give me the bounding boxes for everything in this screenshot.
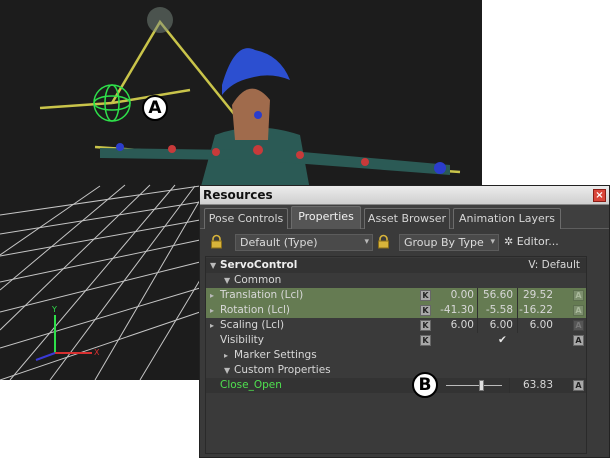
panel-title: Resources	[203, 188, 273, 202]
slider-handle[interactable]	[478, 380, 484, 391]
animate-button[interactable]: A	[573, 290, 584, 301]
lock-icon[interactable]	[209, 234, 224, 249]
axis-x-label: X	[94, 348, 100, 357]
custom-properties-row[interactable]: ▼ Custom Properties	[206, 363, 586, 378]
group-by-value: Group By Type	[404, 236, 484, 249]
object-header-row[interactable]: ▼ ServoControl V: Default	[206, 258, 586, 273]
expand-triangle-icon: ▼	[224, 366, 231, 375]
animate-button[interactable]: A	[573, 380, 584, 391]
value-z[interactable]: 29.52	[517, 288, 553, 303]
animate-button[interactable]: A	[573, 320, 584, 331]
marker-settings-row[interactable]: ▸ Marker Settings	[206, 348, 586, 363]
tab-properties[interactable]: Properties	[291, 206, 361, 229]
default-type-value: Default (Type)	[240, 236, 318, 249]
value-z[interactable]: 6.00	[517, 318, 553, 333]
tab-asset-browser[interactable]: Asset Browser	[364, 208, 450, 229]
axis-gizmo	[35, 315, 92, 361]
close-icon[interactable]: ×	[593, 189, 606, 202]
expand-arrow-icon: ▸	[210, 321, 215, 330]
chevron-down-icon: ▾	[490, 237, 495, 247]
gear-icon: ✲	[504, 235, 514, 248]
tab-pose-controls[interactable]: Pose Controls	[204, 208, 288, 229]
common-label: Common	[234, 274, 282, 286]
callout-a: A	[142, 95, 168, 121]
property-row-close-open[interactable]: Close_Open 63.83 A	[206, 378, 586, 393]
editor-label: Editor...	[516, 235, 559, 248]
expand-arrow-icon: ▸	[210, 306, 215, 315]
default-type-dropdown[interactable]: Default (Type) ▾	[235, 234, 373, 251]
close-open-value[interactable]: 63.83	[517, 378, 553, 393]
object-name: ServoControl	[220, 259, 298, 271]
tab-animation-layers[interactable]: Animation Layers	[453, 208, 561, 229]
animate-button[interactable]: A	[573, 335, 584, 346]
properties-toolbar: Default (Type) ▾ Group By Type ▾ ✲ Edito…	[200, 229, 609, 255]
property-label: Scaling (Lcl)	[220, 319, 285, 331]
key-button[interactable]: K	[420, 335, 431, 346]
group-by-dropdown[interactable]: Group By Type ▾	[399, 234, 499, 251]
property-row-translation[interactable]: ▸ Translation (Lcl) K 0.00 56.60 29.52 A	[206, 288, 586, 303]
key-button[interactable]: K	[420, 305, 431, 316]
property-row-scaling[interactable]: ▸ Scaling (Lcl) K 6.00 6.00 6.00 A	[206, 318, 586, 333]
custom-properties-label: Custom Properties	[234, 364, 331, 376]
close-open-slider[interactable]	[446, 380, 502, 391]
value-y[interactable]: 56.60	[477, 288, 513, 303]
close-open-label: Close_Open	[220, 379, 282, 391]
axis-y-label: Y	[51, 305, 57, 314]
resources-panel: Resources × Pose Controls Properties Ass…	[199, 185, 610, 458]
visibility-label: Visibility	[220, 334, 265, 346]
property-label: Rotation (Lcl)	[220, 304, 290, 316]
panel-titlebar[interactable]: Resources ×	[200, 186, 609, 205]
property-row-visibility[interactable]: Visibility K ✔ A	[206, 333, 586, 348]
marker-settings-label: Marker Settings	[234, 349, 317, 361]
property-row-rotation[interactable]: ▸ Rotation (Lcl) K -41.30 -5.58 -16.22 A	[206, 303, 586, 318]
vertical-scrollbar[interactable]	[588, 256, 603, 454]
value-y[interactable]: -5.58	[477, 303, 513, 318]
value-x[interactable]: -41.30	[438, 303, 474, 318]
value-x[interactable]: 0.00	[438, 288, 474, 303]
expand-triangle-icon: ▼	[210, 261, 217, 270]
value-y[interactable]: 6.00	[477, 318, 513, 333]
floor-grid	[0, 184, 201, 380]
animate-button[interactable]: A	[573, 305, 584, 316]
key-button[interactable]: K	[420, 290, 431, 301]
joint-handle	[147, 7, 173, 33]
expand-arrow-icon: ▸	[224, 351, 229, 360]
properties-grid: ▼ ServoControl V: Default ▼ Common ▸ Transl…	[205, 256, 587, 454]
editor-button[interactable]: ✲ Editor...	[504, 235, 559, 248]
expand-arrow-icon: ▸	[210, 291, 215, 300]
expand-triangle-icon: ▼	[224, 276, 231, 285]
value-x[interactable]: 6.00	[438, 318, 474, 333]
tab-bar: Pose Controls Properties Asset Browser A…	[200, 205, 609, 229]
key-button[interactable]: K	[420, 320, 431, 331]
visibility-checkbox[interactable]: ✔	[498, 333, 507, 348]
chevron-down-icon: ▾	[364, 237, 369, 247]
lock-icon[interactable]	[376, 234, 391, 249]
object-version: V: Default	[528, 259, 580, 271]
property-label: Translation (Lcl)	[220, 289, 304, 301]
callout-b: B	[412, 372, 438, 398]
value-z[interactable]: -16.22	[517, 303, 553, 318]
common-group-row[interactable]: ▼ Common	[206, 273, 586, 288]
